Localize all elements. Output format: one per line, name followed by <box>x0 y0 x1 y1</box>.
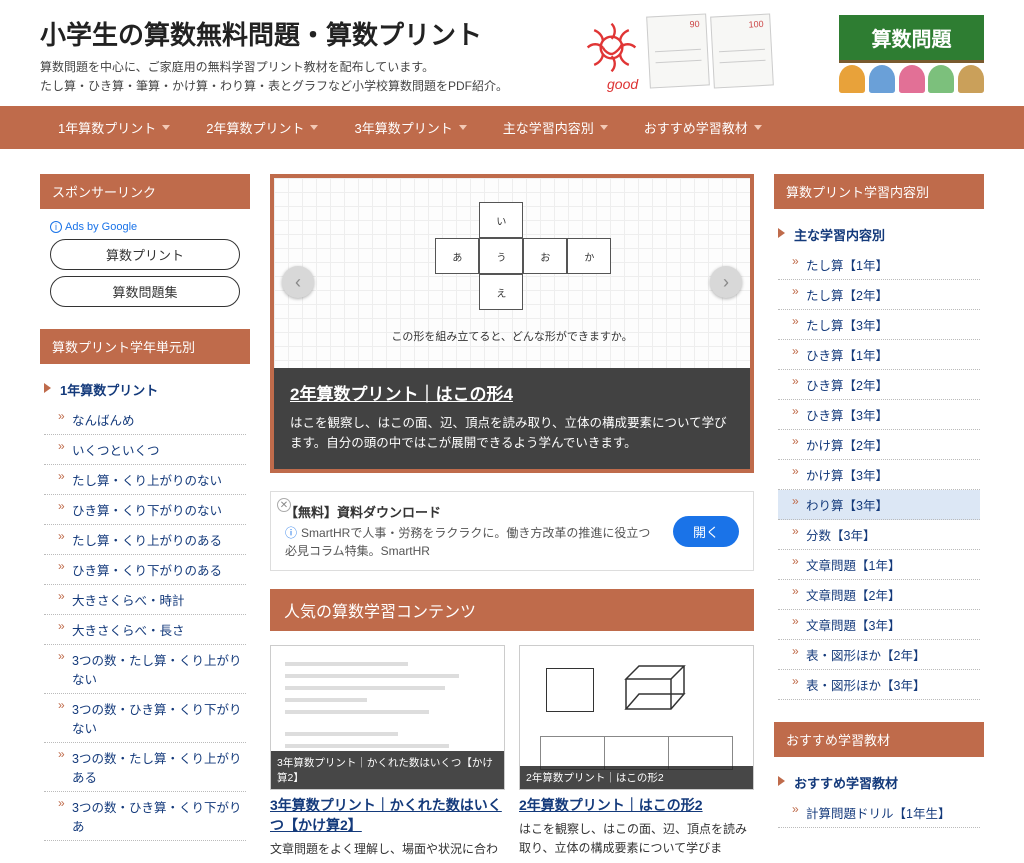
unit-item[interactable]: 3つの数・ひき算・くり下がりあ <box>44 792 246 841</box>
slide-image: い あ う お か え この形を組み立てると、どんな形ができますか。 <box>274 178 750 368</box>
category-item[interactable]: 表・図形ほか【2年】 <box>778 640 980 670</box>
ad-info-icon: ⓘ <box>285 526 297 540</box>
popular-card: 2年算数プリント｜はこの形2 2年算数プリント｜はこの形2 はこを観察し、はこの面、… <box>519 645 754 858</box>
ad-pill-1[interactable]: 算数問題集 <box>50 276 240 307</box>
inline-ad-title[interactable]: 【無料】資料ダウンロード <box>285 502 659 521</box>
inline-ad-desc: ⓘSmartHRで人事・労務をラクラクに。働き方改革の推進に役立つ必見コラム特集… <box>285 524 659 560</box>
card-title-link[interactable]: 2年算数プリント｜はこの形2 <box>519 796 754 816</box>
category-item[interactable]: ひき算【2年】 <box>778 370 980 400</box>
inline-ad-open-button[interactable]: 開く <box>673 516 739 547</box>
score-sheet-2: 100 <box>710 13 774 88</box>
unit-item[interactable]: なんばんめ <box>44 405 246 435</box>
score-sheet-1: 90 <box>646 13 710 88</box>
card-overlay: 2年算数プリント｜はこの形2 <box>520 766 753 789</box>
featured-slider: い あ う お か え この形を組み立てると、どんな形ができますか。 2年算数プ… <box>270 174 754 473</box>
header-illustration: 90 100 good <box>579 15 839 90</box>
unit-item[interactable]: たし算・くり上がりのない <box>44 465 246 495</box>
category-item[interactable]: 文章問題【1年】 <box>778 550 980 580</box>
category-item[interactable]: かけ算【3年】 <box>778 460 980 490</box>
category-item[interactable]: かけ算【2年】 <box>778 430 980 460</box>
cube-net-icon: い あ う お か え <box>391 202 611 312</box>
slide-desc: はこを観察し、はこの面、辺、頂点を読み取り、立体の構成要素について学びます。自分… <box>290 413 734 453</box>
site-subtitle-2: たし算・ひき算・筆算・かけ算・わり算・表とグラフなど小学校算数問題をPDF紹介。 <box>40 77 579 96</box>
info-icon: i <box>50 221 62 233</box>
category-item[interactable]: ひき算【3年】 <box>778 400 980 430</box>
recommend-head: おすすめ学習教材 <box>774 722 984 757</box>
flower-good-icon <box>579 15 644 80</box>
category-head: 算数プリント学習内容別 <box>774 174 984 209</box>
recommend-top[interactable]: おすすめ学習教材 <box>778 767 980 798</box>
unit-item[interactable]: 大きさくらべ・長さ <box>44 615 246 645</box>
unit-item[interactable]: 3つの数・たし算・くり上がりない <box>44 645 246 694</box>
popular-card: 3年算数プリント｜かくれた数はいくつ【かけ算2】 3年算数プリント｜かくれた数はい… <box>270 645 505 858</box>
card-overlay: 3年算数プリント｜かくれた数はいくつ【かけ算2】 <box>271 751 504 789</box>
chevron-down-icon <box>600 125 608 130</box>
header-badge: 算数問題 <box>839 15 984 93</box>
unit-widget: 算数プリント学年単元別 1年算数プリント なんばんめいくつといくつたし算・くり上… <box>40 329 250 841</box>
recommend-item[interactable]: 計算問題ドリル【1年生】 <box>778 798 980 828</box>
category-item[interactable]: わり算【3年】 <box>778 490 980 520</box>
site-subtitle-1: 算数問題を中心に、ご家庭用の無料学習プリント教材を配布しています。 <box>40 58 579 77</box>
nav-item-0[interactable]: 1年算数プリント <box>40 106 188 149</box>
card-thumb[interactable]: 2年算数プリント｜はこの形2 <box>519 645 754 790</box>
category-item[interactable]: ひき算【1年】 <box>778 340 980 370</box>
category-item[interactable]: 分数【3年】 <box>778 520 980 550</box>
card-desc: はこを観察し、はこの面、辺、頂点を読み取り、立体の構成要素について学びま <box>519 820 754 858</box>
card-title-link[interactable]: 3年算数プリント｜かくれた数はいくつ【かけ算2】 <box>270 796 505 835</box>
unit-category-top[interactable]: 1年算数プリント <box>44 374 246 405</box>
category-item[interactable]: 文章問題【3年】 <box>778 610 980 640</box>
ads-by-google-label[interactable]: iAds by Google <box>50 221 246 233</box>
unit-item[interactable]: ひき算・くり下がりのない <box>44 495 246 525</box>
chevron-down-icon <box>162 125 170 130</box>
chevron-down-icon <box>459 125 467 130</box>
sponsor-widget: スポンサーリンク iAds by Google 算数プリント算数問題集 <box>40 174 250 307</box>
card-thumb[interactable]: 3年算数プリント｜かくれた数はいくつ【かけ算2】 <box>270 645 505 790</box>
slide-title-link[interactable]: 2年算数プリント｜はこの形4 <box>290 380 734 405</box>
nav-item-2[interactable]: 3年算数プリント <box>336 106 484 149</box>
card-desc: 文章問題をよく理解し、場面や状況に合わ <box>270 840 505 859</box>
category-top[interactable]: 主な学習内容別 <box>778 219 980 250</box>
category-widget: 算数プリント学習内容別 主な学習内容別 たし算【1年】たし算【2年】たし算【3年… <box>774 174 984 700</box>
unit-item[interactable]: たし算・くり上がりのある <box>44 525 246 555</box>
chevron-down-icon <box>310 125 318 130</box>
main-nav: 1年算数プリント2年算数プリント3年算数プリント主な学習内容別おすすめ学習教材 <box>0 106 1024 149</box>
category-item[interactable]: たし算【1年】 <box>778 250 980 280</box>
good-text: good <box>607 76 638 92</box>
nav-item-4[interactable]: おすすめ学習教材 <box>626 106 780 149</box>
unit-item[interactable]: 大きさくらべ・時計 <box>44 585 246 615</box>
ad-pill-0[interactable]: 算数プリント <box>50 239 240 270</box>
popular-head: 人気の算数学習コンテンツ <box>270 589 754 631</box>
unit-item[interactable]: いくつといくつ <box>44 435 246 465</box>
unit-item[interactable]: ひき算・くり下がりのある <box>44 555 246 585</box>
category-item[interactable]: たし算【3年】 <box>778 310 980 340</box>
nav-item-1[interactable]: 2年算数プリント <box>188 106 336 149</box>
unit-head: 算数プリント学年単元別 <box>40 329 250 364</box>
category-item[interactable]: 表・図形ほか【3年】 <box>778 670 980 700</box>
slide-caption: 2年算数プリント｜はこの形4 はこを観察し、はこの面、辺、頂点を読み取り、立体の… <box>274 368 750 469</box>
sponsor-head: スポンサーリンク <box>40 174 250 209</box>
chevron-down-icon <box>754 125 762 130</box>
site-header: 小学生の算数無料問題・算数プリント 算数問題を中心に、ご家庭用の無料学習プリント… <box>0 0 1024 106</box>
unit-item[interactable]: 3つの数・ひき算・くり下がりない <box>44 694 246 743</box>
kids-row-icon <box>839 65 984 93</box>
category-item[interactable]: 文章問題【2年】 <box>778 580 980 610</box>
site-title: 小学生の算数無料問題・算数プリント <box>40 15 579 52</box>
inline-ad: ✕ 【無料】資料ダウンロード ⓘSmartHRで人事・労務をラクラクに。働き方改… <box>270 491 754 571</box>
recommend-widget: おすすめ学習教材 おすすめ学習教材 計算問題ドリル【1年生】 <box>774 722 984 828</box>
badge-label: 算数問題 <box>839 15 984 63</box>
slide-question: この形を組み立てると、どんな形ができますか。 <box>391 328 632 344</box>
category-item[interactable]: たし算【2年】 <box>778 280 980 310</box>
nav-item-3[interactable]: 主な学習内容別 <box>485 106 626 149</box>
